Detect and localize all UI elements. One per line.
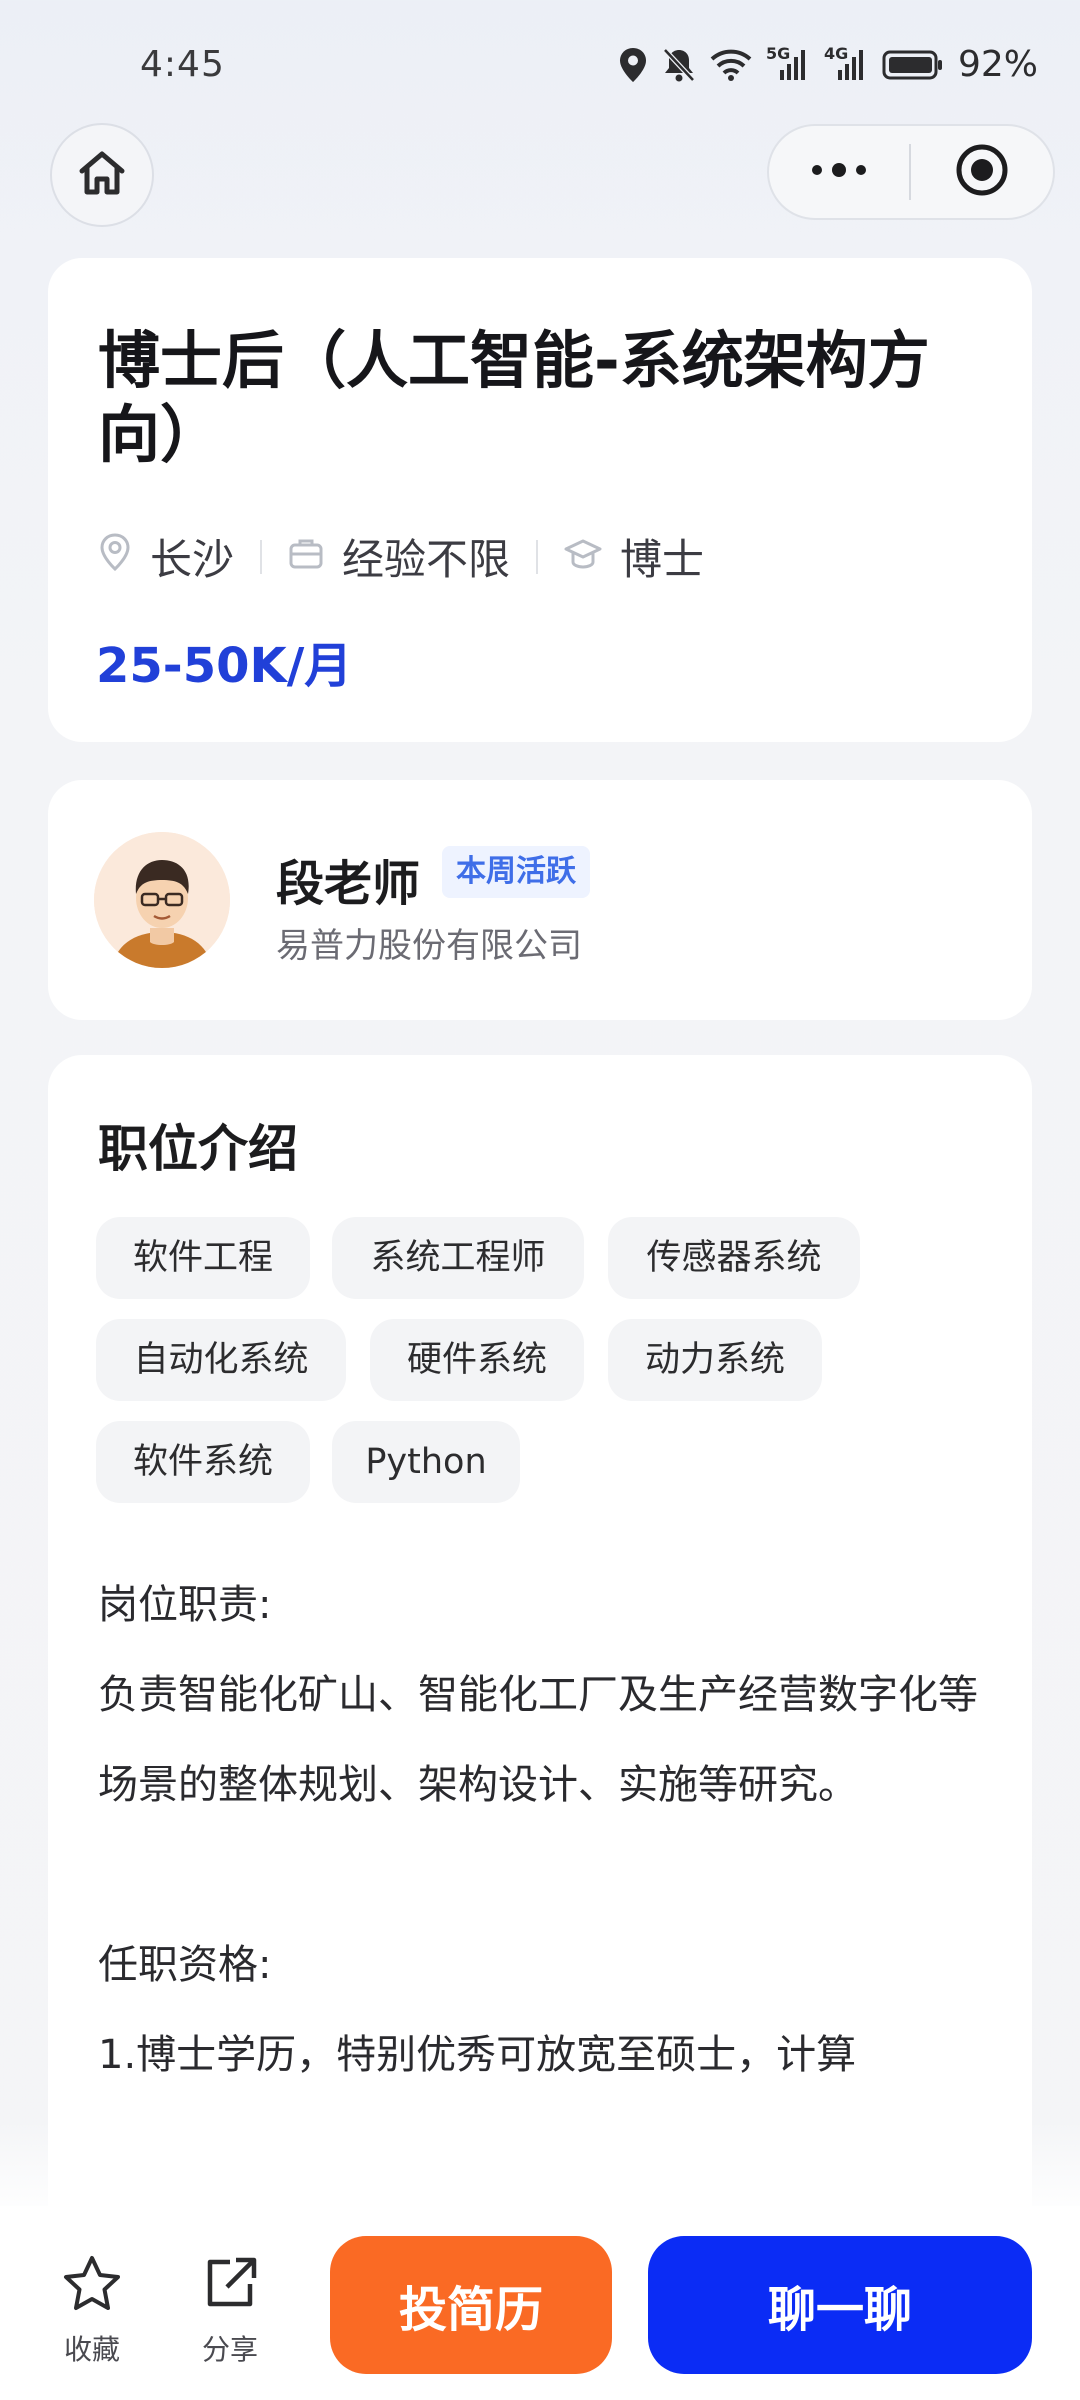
skill-tag: 传感器系统 [608,1217,860,1299]
description-paragraph: 任职资格: [98,1942,272,1988]
recruiter-name: 段老师 [276,856,421,912]
recruiter-company: 易普力股份有限公司 [276,926,582,966]
status-bar: 4:45 5G 4G 92% [0,0,1080,130]
scroll-fade [0,2120,1080,2210]
job-location-text: 长沙 [150,535,235,584]
signal-5g-icon: 5G [766,44,810,82]
job-experience-text: 经验不限 [342,535,511,584]
favorite-label: 收藏 [63,2333,120,2366]
close-miniprogram-button[interactable] [911,142,1053,202]
meta-divider [536,539,539,574]
share-button[interactable]: 分享 [180,2254,280,2368]
miniprogram-capsule [767,124,1055,220]
wifi-icon [710,48,752,82]
meta-divider [260,539,263,574]
more-dots-icon [809,162,869,182]
more-button[interactable] [769,162,909,182]
description-paragraph: 岗位职责: [98,1582,272,1628]
job-summary-card: 博士后（人工智能-系统架构方向） 长沙 经验不限 博士 25-50K/月 [48,258,1032,742]
job-education: 博士 [564,526,704,587]
location-icon [618,47,648,83]
job-title: 博士后（人工智能-系统架构方向） [98,324,930,471]
share-label: 分享 [201,2333,258,2366]
skill-tag: 软件系统 [96,1421,310,1503]
star-icon [61,2254,123,2318]
description-paragraph [98,1830,998,1920]
location-pin-icon [98,532,132,582]
job-education-text: 博士 [620,535,705,584]
mute-bell-icon [662,47,696,83]
recruiter-card[interactable]: 段老师 本周活跃 易普力股份有限公司 [48,780,1032,1020]
skill-tag: 自动化系统 [96,1319,346,1401]
battery-icon [882,49,944,81]
recruiter-avatar[interactable] [94,832,230,968]
home-icon [76,147,128,203]
description-text: 岗位职责: 负责智能化矿山、智能化工厂及生产经营数字化等场景的整体规划、架构设计… [98,1560,998,2100]
send-resume-button[interactable]: 投简历 [330,2236,612,2374]
battery-percent: 92% [957,44,1038,85]
description-heading: 职位介绍 [98,1120,298,1178]
active-badge: 本周活跃 [442,846,590,898]
description-paragraph: 负责智能化矿山、智能化工厂及生产经营数字化等场景的整体规划、架构设计、实施等研究… [98,1672,978,1808]
job-salary: 25-50K/月 [96,638,353,694]
target-icon [954,142,1010,202]
job-location: 长沙 [98,526,234,587]
job-meta-row: 长沙 经验不限 博士 [98,526,704,587]
briefcase-icon [288,532,324,581]
home-button[interactable] [50,123,154,227]
signal-4g-icon: 4G [824,44,868,82]
skill-tag: 系统工程师 [332,1217,584,1299]
description-paragraph: 1.博士学历，特别优秀可放宽至硕士，计算 [98,2032,857,2078]
job-experience: 经验不限 [288,526,510,587]
favorite-button[interactable]: 收藏 [42,2254,142,2368]
bottom-action-bar: 收藏 分享 投简历 聊一聊 [0,2206,1080,2400]
skill-tag: 动力系统 [608,1319,822,1401]
graduation-cap-icon [564,532,602,581]
skill-tag: 硬件系统 [370,1319,584,1401]
net1-label: 5G [765,43,791,63]
net2-label: 4G [823,43,849,63]
status-icons: 5G 4G 92% [618,44,1038,85]
chat-button[interactable]: 聊一聊 [648,2236,1032,2374]
skill-tag: Python [332,1421,520,1503]
share-icon [200,2254,260,2318]
skill-tag: 软件工程 [96,1217,310,1299]
status-time: 4:45 [140,44,225,85]
